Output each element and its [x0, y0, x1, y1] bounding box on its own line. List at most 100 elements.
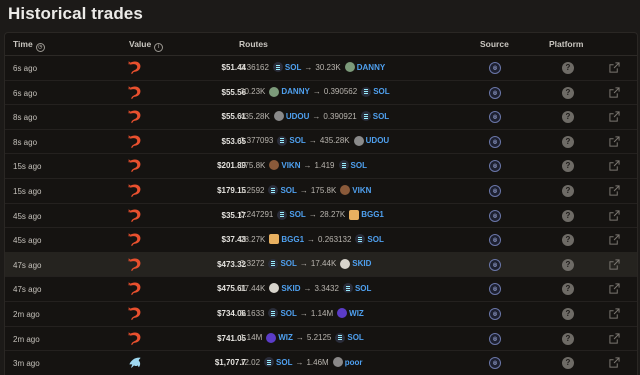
external-link-icon[interactable]: [609, 185, 620, 196]
route-out-token-link[interactable]: DANNY: [357, 63, 385, 72]
table-row[interactable]: 2m ago $734.06 5.1633 SOL → 1.14M WIZ ◎?: [5, 301, 637, 327]
route-in-token-link[interactable]: WIZ: [278, 333, 293, 342]
route-out-amount: 28.27K: [319, 210, 346, 220]
source-icon[interactable]: ◎: [489, 185, 501, 197]
external-link-icon[interactable]: [609, 87, 620, 98]
source-icon[interactable]: ◎: [489, 332, 501, 345]
external-link-icon[interactable]: [609, 283, 620, 294]
route-in-token-link[interactable]: DANNY: [281, 87, 309, 96]
clock-icon: ◷: [35, 43, 45, 52]
route-out-token-link[interactable]: SKID: [352, 259, 371, 268]
question-icon[interactable]: ?: [562, 62, 574, 74]
question-icon[interactable]: ?: [562, 209, 574, 222]
table-row[interactable]: 3m ago $1,707.7 12.02 SOL → 1.46M poor ◎?: [5, 350, 637, 375]
external-link-icon[interactable]: [609, 160, 620, 171]
route-out-token-link[interactable]: SOL: [373, 112, 389, 121]
external-link-icon[interactable]: [609, 62, 620, 73]
route-out-token-link[interactable]: poor: [345, 358, 363, 367]
table-row[interactable]: 15s ago $179.15 1.2592 SOL → 175.8K VIKN ◎?: [5, 178, 637, 204]
route-out-token-link[interactable]: VIKN: [352, 186, 371, 195]
shrimp-icon: [127, 306, 143, 321]
external-link-icon[interactable]: [609, 234, 620, 245]
external-link-icon[interactable]: [609, 308, 620, 319]
external-link-icon[interactable]: [609, 333, 620, 344]
table-row[interactable]: 45s ago $37.43 28.27K BGG1 → 0.263132 SOL ◎?: [5, 227, 637, 253]
table-row[interactable]: 2m ago $741.05 1.14M WIZ → 5.2125 SOL ◎?: [5, 326, 637, 352]
question-icon[interactable]: ?: [562, 308, 574, 320]
table-row[interactable]: 15s ago $201.89 175.8K VIKN → 1.419 SOL ◎?: [5, 153, 637, 179]
route-out-token-link[interactable]: SOL: [367, 235, 383, 244]
route-in-token-link[interactable]: VIKN: [281, 161, 300, 170]
source-icon[interactable]: ◎: [489, 86, 501, 99]
shrimp-icon: [127, 232, 143, 247]
question-icon[interactable]: ?: [562, 185, 574, 197]
route-in-token-link[interactable]: SOL: [276, 358, 292, 367]
source-icon[interactable]: ◎: [489, 111, 501, 124]
route-out-token-link[interactable]: WIZ: [349, 309, 364, 318]
question-icon[interactable]: ?: [562, 135, 574, 148]
table-row[interactable]: 8s ago $53.65 0.377093 SOL → 435.28K UDOU ◎?: [5, 129, 637, 155]
external-link-icon[interactable]: [609, 136, 620, 147]
source-icon[interactable]: ◎: [489, 357, 501, 370]
question-icon[interactable]: ?: [562, 234, 574, 247]
route-out-amount: 5.2125: [306, 333, 332, 343]
route-in-token-link[interactable]: SOL: [289, 136, 305, 145]
time-column-header[interactable]: Time ◷: [13, 39, 45, 52]
question-icon[interactable]: ?: [562, 111, 574, 124]
table-row[interactable]: 6s ago $55.56 30.23K DANNY → 0.390562 SOL ◎?: [5, 80, 637, 106]
arrow-right-icon: →: [299, 308, 308, 318]
route-in-amount: 3.3272: [240, 259, 265, 269]
source-icon[interactable]: ◎: [489, 283, 501, 296]
route-in-token-link[interactable]: SKID: [281, 284, 300, 293]
value-column-header[interactable]: Value i: [129, 39, 164, 52]
external-link-icon[interactable]: [609, 210, 620, 221]
source-icon[interactable]: ◎: [489, 62, 501, 74]
route-out-token-link[interactable]: UDOU: [366, 136, 390, 145]
question-icon[interactable]: ?: [562, 86, 574, 99]
table-row[interactable]: 8s ago $55.61 435.28K UDOU → 0.390921 SOL ◎?: [5, 104, 637, 130]
route-in-token-link[interactable]: SOL: [280, 259, 296, 268]
table-row[interactable]: 47s ago $473.32 3.3272 SOL → 17.44K SKID ◎?: [5, 251, 637, 278]
route-out-token-link[interactable]: SOL: [347, 333, 363, 342]
route-in-token-link[interactable]: SOL: [280, 309, 296, 318]
arrow-right-icon: →: [307, 234, 316, 244]
trade-route: 0.247291 SOL → 28.27K BGG1: [240, 208, 384, 222]
external-link-icon[interactable]: [609, 259, 620, 270]
source-icon[interactable]: ◎: [489, 258, 501, 271]
route-in-amount: 12.02: [240, 357, 261, 367]
route-out-token-link[interactable]: SOL: [351, 161, 367, 170]
source-icon[interactable]: ◎: [489, 160, 501, 173]
sol-token-icon: [355, 234, 366, 245]
route-out-token-link[interactable]: SOL: [373, 87, 389, 96]
shrimp-icon: [127, 257, 143, 272]
route-out-amount: 1.419: [314, 160, 335, 170]
dolphin-icon: [127, 355, 143, 370]
skid-token-icon: [340, 258, 351, 269]
route-in-token-link[interactable]: SOL: [285, 63, 301, 72]
route-in-token-link[interactable]: BGG1: [281, 235, 304, 244]
source-icon[interactable]: ◎: [489, 234, 501, 247]
external-link-icon[interactable]: [609, 111, 620, 122]
external-link-icon[interactable]: [609, 357, 620, 368]
table-row[interactable]: 45s ago $35.17 0.247291 SOL → 28.27K BGG1 ◎?: [5, 203, 637, 229]
route-out-amount: 1.46M: [306, 357, 329, 367]
source-icon[interactable]: ◎: [489, 135, 501, 148]
question-icon[interactable]: ?: [562, 160, 574, 173]
route-out-token-link[interactable]: BGG1: [361, 210, 384, 219]
route-in-amount: 30.23K: [240, 87, 266, 97]
question-icon[interactable]: ?: [562, 258, 574, 271]
question-icon[interactable]: ?: [562, 357, 574, 370]
sol-token-icon: [342, 283, 353, 294]
route-in-token-link[interactable]: SOL: [280, 186, 296, 195]
table-row[interactable]: 47s ago $475.61 17.44K SKID → 3.3432 SOL ◎?: [5, 276, 637, 302]
table-row[interactable]: 6s ago $51.44 0.36162 SOL → 30.23K DANNY ◎?: [5, 55, 637, 81]
source-icon[interactable]: ◎: [489, 209, 501, 222]
route-out-token-link[interactable]: SOL: [355, 284, 371, 293]
route-in-amount: 28.27K: [240, 234, 266, 244]
question-icon[interactable]: ?: [562, 283, 574, 296]
question-icon[interactable]: ?: [562, 332, 574, 345]
bgg1-token-icon: [349, 209, 360, 220]
source-icon[interactable]: ◎: [489, 308, 501, 320]
route-in-token-link[interactable]: SOL: [289, 210, 305, 219]
route-in-token-link[interactable]: UDOU: [286, 112, 310, 121]
